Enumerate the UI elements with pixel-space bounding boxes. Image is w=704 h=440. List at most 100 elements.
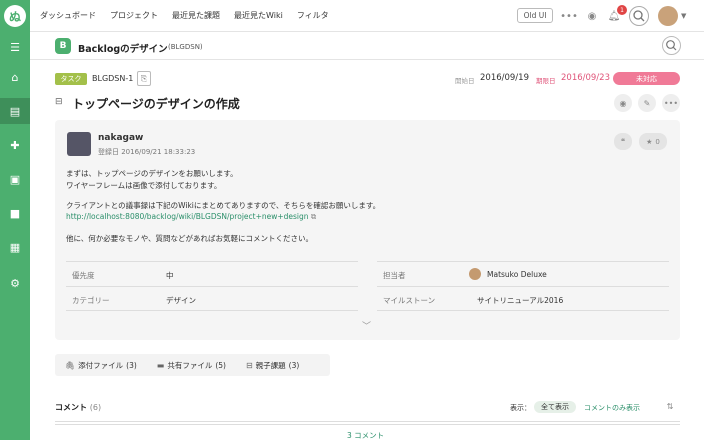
- divider: [55, 421, 680, 422]
- wiki-link[interactable]: http://localhost:8080/backlog/wiki/BLGDS…: [66, 212, 309, 221]
- comments-heading: コメント (6): [55, 402, 101, 413]
- attr-label: カテゴリー: [72, 296, 110, 305]
- edit-button[interactable]: ✎: [638, 94, 656, 112]
- sort-icon[interactable]: ⇅: [661, 398, 679, 414]
- attr-value: デザイン: [166, 296, 196, 305]
- attr-value: サイトリニューアル2016: [477, 296, 564, 305]
- watch-button[interactable]: ◉: [614, 94, 632, 112]
- issue-key: BLGDSN-1: [92, 74, 134, 83]
- attr-label: 優先度: [72, 271, 95, 280]
- chevron-down-icon[interactable]: ﹀: [362, 319, 371, 332]
- description-line: ワイヤーフレームは画像で添付しております。: [66, 181, 222, 190]
- attr-label: マイルストーン: [383, 296, 436, 305]
- author-avatar: [67, 132, 91, 156]
- issue-detail-card: nakagaw 登録日 2016/09/21 18:33:23 ❝ ★ 0 まずは…: [55, 120, 680, 340]
- due-date-label: 期限日: [536, 77, 556, 85]
- nav-dashboard[interactable]: ダッシュボード: [40, 10, 96, 21]
- more-actions-button[interactable]: •••: [662, 94, 680, 112]
- tab-count: (5): [215, 360, 226, 370]
- tab-shared-files[interactable]: ▬ 共有ファイル (5): [147, 360, 236, 371]
- attr-value: 中: [166, 271, 174, 280]
- project-name[interactable]: Backlogのデザイン: [78, 41, 168, 55]
- folder-icon: ▬: [156, 360, 165, 370]
- add-icon[interactable]: ✚: [0, 132, 30, 158]
- eye-icon: ◉: [619, 98, 627, 108]
- gear-icon[interactable]: ⚙: [0, 270, 30, 296]
- chevron-down-icon[interactable]: ▼: [681, 12, 686, 20]
- author-name[interactable]: nakagaw: [98, 133, 143, 143]
- global-nav: ダッシュボード プロジェクト 最近見た課題 最近見たWiki フィルタ: [40, 10, 329, 21]
- tab-label: 親子課題: [255, 360, 286, 370]
- external-link-icon[interactable]: ⧉: [311, 212, 316, 221]
- old-ui-button[interactable]: Old UI: [517, 8, 553, 23]
- assignee-avatar: [469, 268, 481, 280]
- description-line: まずは、トップページのデザインをお願いします。: [66, 169, 238, 178]
- tab-subtasks[interactable]: ⊟ 親子課題 (3): [236, 360, 309, 371]
- show-all-button[interactable]: 全て表示: [534, 401, 576, 413]
- star-button[interactable]: ★ 0: [639, 133, 667, 150]
- divider: [55, 424, 680, 425]
- nav-projects[interactable]: プロジェクト: [110, 10, 158, 21]
- paperclip-icon: 🖇︎: [65, 360, 76, 370]
- logo-mark: ぬ: [4, 5, 26, 27]
- clipboard-icon[interactable]: ⎘: [137, 71, 151, 86]
- tab-label: 添付ファイル: [78, 360, 124, 370]
- files-icon[interactable]: ■: [0, 200, 30, 226]
- description-line: 他に、何か必要なモノや、質問などがあればお気軽にコメントください。: [66, 234, 314, 243]
- star-count: 0: [655, 137, 660, 146]
- project-icon: B: [55, 38, 71, 54]
- description-link-line: http://localhost:8080/backlog/wiki/BLGDS…: [66, 212, 316, 222]
- comments-title: コメント: [55, 403, 87, 412]
- attr-category: カテゴリー デザイン: [66, 286, 358, 311]
- issue-title: トップページのデザインの作成: [72, 97, 240, 111]
- quote-button[interactable]: ❝: [614, 133, 632, 150]
- tab-count: (3): [288, 360, 300, 370]
- issue-list-icon[interactable]: ▤: [0, 98, 30, 124]
- pencil-icon: ✎: [643, 98, 651, 108]
- more-dots-icon: •••: [663, 98, 679, 108]
- registered-date: 登録日 2016/09/21 18:33:23: [98, 148, 196, 156]
- more-dots-icon[interactable]: •••: [560, 8, 578, 24]
- comments-count: (6): [89, 403, 102, 412]
- app-logo[interactable]: ぬ: [0, 0, 30, 32]
- sidebar: ☰ ⌂ ▤ ✚ ▣ ■ ▦ ⚙: [0, 32, 30, 440]
- watch-eye-icon[interactable]: ◉: [584, 8, 600, 24]
- attr-value: Matsuko Deluxe: [487, 270, 547, 279]
- nav-recent-wiki[interactable]: 最近見たWiki: [234, 10, 283, 21]
- project-header: B Backlogのデザイン (BLGDSN): [30, 32, 704, 60]
- search-icon: [666, 40, 677, 51]
- tab-label: 共有ファイル: [167, 360, 213, 370]
- show-comments-only-button[interactable]: コメントのみ表示: [584, 403, 640, 413]
- project-key: (BLGDSN): [168, 43, 203, 51]
- description-line: クライアントとの議事録は下記のWikiにまとめてありますので、そちらを確認お願い…: [66, 201, 381, 210]
- attr-assignee: 担当者 Matsuko Deluxe: [377, 261, 669, 286]
- tab-count: (3): [126, 360, 137, 370]
- user-avatar[interactable]: [658, 6, 678, 26]
- start-date: 2016/09/19: [480, 73, 529, 83]
- nav-recent-issues[interactable]: 最近見た課題: [172, 10, 220, 21]
- attr-priority: 優先度 中: [66, 261, 358, 286]
- star-icon: ★: [646, 137, 653, 146]
- start-date-label: 開始日: [455, 77, 475, 85]
- load-more-comments[interactable]: 3 コメント: [347, 430, 384, 440]
- global-search-button[interactable]: [629, 6, 649, 26]
- issue-tabs: 🖇︎ 添付ファイル (3) ▬ 共有ファイル (5) ⊟ 親子課題 (3): [55, 354, 330, 376]
- wiki-icon[interactable]: ▣: [0, 166, 30, 192]
- status-badge[interactable]: 未対応: [613, 72, 680, 85]
- global-header: ぬ ダッシュボード プロジェクト 最近見た課題 最近見たWiki フィルタ Ol…: [0, 0, 704, 32]
- issue-tree-icon: ⊟: [55, 97, 63, 107]
- project-search-button[interactable]: [662, 36, 681, 55]
- attr-milestone: マイルストーン サイトリニューアル2016: [377, 286, 669, 311]
- notification-badge: 1: [617, 5, 627, 15]
- tab-attachments[interactable]: 🖇︎ 添付ファイル (3): [55, 360, 147, 371]
- quote-icon: ❝: [620, 137, 626, 146]
- menu-icon[interactable]: ☰: [0, 34, 30, 60]
- attr-label: 担当者: [383, 271, 406, 280]
- home-icon[interactable]: ⌂: [0, 64, 30, 90]
- nav-filter[interactable]: フィルタ: [297, 10, 329, 21]
- document-icon[interactable]: ▦: [0, 234, 30, 260]
- due-date: 2016/09/23: [561, 73, 610, 83]
- display-label: 表示：: [510, 404, 531, 412]
- search-icon: [633, 10, 645, 22]
- issue-type-tag: タスク: [55, 73, 87, 85]
